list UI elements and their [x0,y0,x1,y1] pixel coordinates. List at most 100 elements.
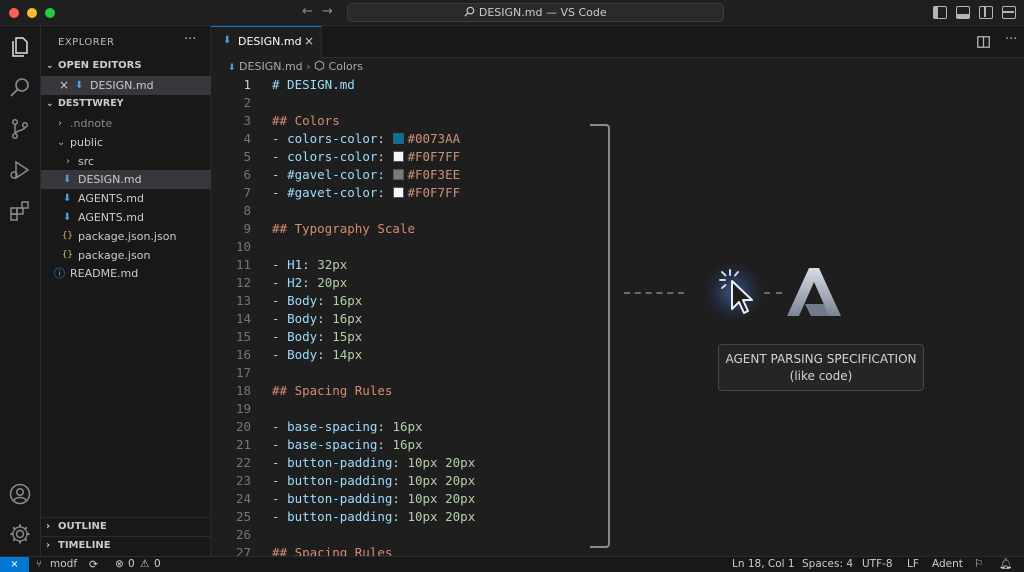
code-key: H2 [287,275,303,290]
feedback-icon[interactable]: ⚐ [974,557,983,572]
split-editor-icon[interactable] [977,36,990,48]
close-tab-icon[interactable]: × [304,34,314,48]
minimize-window-button[interactable] [27,8,37,18]
list-bullet: - [272,257,288,272]
chevron-right-icon: › [46,540,51,551]
tree-item-file[interactable]: ⬇ AGENTS.md [41,189,211,208]
markdown-icon: ⬇ [63,174,72,185]
remote-indicator-icon[interactable]: ⨯ [0,557,29,572]
code-value: 15px [332,329,363,344]
close-window-button[interactable] [9,8,19,18]
open-editor-item[interactable]: × ⬇ DESIGN.md [41,76,211,95]
line-number: 8 [243,203,251,218]
line-number: 5 [243,149,251,164]
markdown-icon: ⬇ [75,80,84,91]
line-number: 17 [235,365,251,380]
code-line: - button-padding: 10px 20px [272,508,475,526]
timeline-section[interactable]: › TIMELINE [41,536,211,554]
account-icon[interactable] [8,482,32,506]
line-number: 20 [235,419,251,434]
breadcrumb-symbol[interactable]: Colors [329,60,363,73]
tree-item-file[interactable]: {} package.json [41,246,211,265]
line-number: 4 [243,131,251,146]
error-count[interactable]: 0 [128,557,135,572]
close-icon[interactable]: × [59,76,69,95]
code-line: - Body: 16px [272,292,362,310]
code-value: #0073AA [407,131,461,146]
color-swatch[interactable] [393,151,405,162]
chevron-down-icon: ⌄ [57,137,66,148]
list-bullet: - [272,185,288,200]
line-number: 9 [243,221,251,236]
tree-item-file[interactable]: ⬇ AGENTS.md [41,208,211,227]
color-swatch[interactable] [393,169,405,180]
customize-layout-icon[interactable] [1002,6,1016,19]
line-number: 25 [235,509,251,524]
code-key: Body [287,329,318,344]
cursor-position[interactable]: Ln 18, Col 1 [732,557,795,572]
back-arrow-icon[interactable]: ← [302,4,313,19]
tree-item-file[interactable]: {} package.json.json [41,227,211,246]
command-center[interactable]: DESIGN.md — VS Code [347,3,724,22]
more-actions-icon[interactable]: ··· [184,32,196,47]
toggle-sidebar-icon[interactable] [933,6,947,19]
color-swatch[interactable] [393,187,405,198]
maximize-window-button[interactable] [45,8,55,18]
line-number: 10 [235,239,251,254]
line-number: 3 [243,113,251,128]
code-line: - #gavet-color: #F0F7FF [272,184,460,202]
outline-section[interactable]: › OUTLINE [41,517,211,535]
forward-arrow-icon[interactable]: → [322,4,333,19]
tree-item-folder[interactable]: › .ndnote [41,114,211,133]
code-colon: : [392,491,408,506]
tree-item-folder[interactable]: ⌄ public [41,133,211,152]
branch-name[interactable]: modf [50,557,77,572]
tab-design-md[interactable]: ⬇ DESIGN.md × [211,26,322,58]
run-debug-icon[interactable] [8,158,32,182]
workspace-section[interactable]: ⌄ DESTTWREY [41,95,211,113]
code-line: ## Typography Scale [272,220,415,238]
tree-item-file[interactable]: ⓘ README.md [41,264,211,283]
code-key: #gavet-color [287,185,378,200]
explorer-sidebar: EXPLORER ··· ⌄ OPEN EDITORS × ⬇ DESIGN.m… [41,26,211,556]
more-actions-icon[interactable]: ··· [1005,32,1017,47]
settings-gear-icon[interactable] [8,522,32,546]
color-swatch[interactable] [393,133,405,144]
toggle-secondary-sidebar-icon[interactable] [979,6,993,19]
json-icon: {} [62,231,73,241]
list-bullet: - [272,167,288,182]
tree-item-folder[interactable]: › src [41,152,211,171]
list-bullet: - [272,437,288,452]
json-icon: {} [62,250,73,260]
agent-status[interactable]: Adent [932,557,963,572]
line-number: 6 [243,167,251,182]
line-number: 19 [235,401,251,416]
source-control-icon[interactable] [8,117,32,141]
code-colon: : [377,185,393,200]
open-editors-section[interactable]: ⌄ OPEN EDITORS [41,57,211,75]
extensions-icon[interactable] [8,199,32,223]
breadcrumb-file[interactable]: DESIGN.md [239,60,303,73]
chevron-right-icon: › [46,521,51,532]
sync-icon[interactable]: ⟳ [89,557,98,572]
explorer-icon[interactable] [8,35,32,59]
code-key: button-padding [287,509,393,524]
toggle-panel-icon[interactable] [956,6,970,19]
code-colon: : [392,473,408,488]
tree-item-file[interactable]: ⬇ DESIGN.md [41,170,211,189]
line-ending[interactable]: LF [907,557,919,572]
indentation[interactable]: Spaces: 4 [802,557,853,572]
tooltip-subtitle: (like code) [789,369,853,383]
code-text: # DESIGN.md [272,77,355,92]
warning-count[interactable]: 0 [154,557,161,572]
code-value: 16px [392,419,423,434]
code-key: colors-color [287,149,378,164]
code-value: #F0F7FF [407,149,461,164]
notifications-bell-icon[interactable]: 🔔︎ [999,557,1012,572]
search-icon[interactable] [8,76,32,100]
line-number: 22 [235,455,251,470]
encoding[interactable]: UTF-8 [862,557,893,572]
code-text: ## Colors [272,113,340,128]
code-editor[interactable]: 1 # DESIGN.md 2 3 ## Colors 4- colors-color: … [211,76,1024,560]
code-line: - H2: 20px [272,274,347,292]
